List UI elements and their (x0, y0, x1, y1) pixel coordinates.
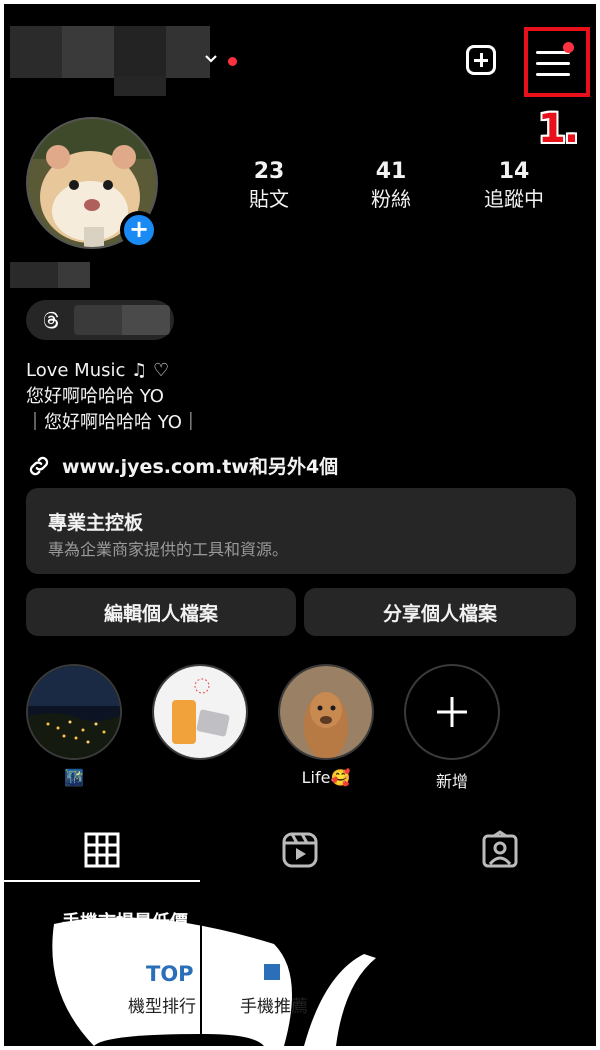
phone-icon (264, 964, 280, 980)
new-highlight-label: 新增 (435, 772, 468, 791)
bio-line-3: ｜您好啊哈哈哈 YO｜ (26, 412, 200, 433)
share-profile-button[interactable]: 分享個人檔案 (304, 588, 576, 636)
highlight-item[interactable]: Life🥰 (276, 664, 376, 788)
highlight-item[interactable] (150, 664, 250, 788)
highlight-item[interactable]: 🌃 (24, 664, 124, 788)
username-redacted-part (114, 76, 166, 96)
tab-tagged-icon[interactable] (480, 830, 520, 870)
post-top-badge: TOP (146, 962, 194, 986)
dashboard-subtitle: 專為企業商家提供的工具和資源。 (48, 540, 289, 559)
stat-following-count: 14 (498, 159, 530, 184)
display-name-redacted (10, 262, 90, 288)
threads-badge[interactable] (26, 300, 174, 340)
threads-icon (44, 311, 59, 329)
professional-dashboard-card[interactable]: 專業主控板 專為企業商家提供的工具和資源。 (26, 488, 576, 574)
post-banner-text: 手機市場最低價 (62, 912, 188, 933)
bio-link-text[interactable]: www.jyes.com.tw和另外4個 (62, 452, 338, 479)
highlight-label: Life🥰 (301, 768, 351, 787)
new-highlight-ring (404, 664, 500, 760)
stat-following[interactable]: 14 追蹤中 (459, 158, 569, 212)
step-label: 1. (538, 106, 579, 152)
post-right-label: 手機推薦 (240, 997, 308, 1017)
stat-posts-label: 貼文 (249, 187, 289, 211)
new-highlight-button[interactable]: 新增 (402, 664, 502, 791)
stat-followers-label: 粉絲 (371, 187, 411, 211)
profile-screen: 1. + 23 貼文 41 粉絲 14 追蹤中 Love Music ♫ ♡ 您… (4, 4, 596, 1046)
threads-handle-redacted (74, 305, 170, 335)
chevron-down-icon[interactable] (204, 52, 218, 69)
link-icon (29, 456, 49, 475)
stat-followers[interactable]: 41 粉絲 (336, 158, 446, 212)
stat-following-label: 追蹤中 (484, 187, 544, 211)
highlight-label: 🌃 (64, 768, 84, 787)
add-story-button[interactable]: + (120, 211, 158, 249)
menu-icon[interactable] (536, 49, 572, 77)
tab-reels-icon[interactable] (280, 830, 320, 870)
menu-notification-dot (563, 42, 574, 53)
bio-line-2: 您好啊哈哈哈 YO (26, 386, 164, 407)
create-post-button[interactable] (466, 45, 496, 75)
active-tab-indicator (4, 880, 200, 882)
dashboard-title: 專業主控板 (48, 512, 144, 534)
highlight-label (150, 768, 250, 788)
highlight-cover-phones (152, 664, 248, 760)
post-thumbnail[interactable]: 手機市場最低價 TOP 機型排行 手機推薦 (4, 884, 596, 1046)
bio-link[interactable]: www.jyes.com.tw和另外4個 (26, 452, 338, 479)
plus-icon (437, 697, 467, 727)
stat-posts[interactable]: 23 貼文 (214, 158, 324, 212)
stat-posts-count: 23 (253, 159, 285, 184)
tab-grid-icon[interactable] (82, 830, 122, 870)
bio-line-1: Love Music ♫ ♡ (26, 360, 170, 381)
highlight-cover-night-view (26, 664, 122, 760)
account-notification-dot (228, 57, 237, 66)
highlight-cover-alpaca (278, 664, 374, 760)
grid-divider (200, 884, 202, 1046)
edit-profile-button[interactable]: 編輯個人檔案 (26, 588, 296, 636)
post-left-label: 機型排行 (128, 997, 196, 1017)
username-redacted[interactable] (10, 26, 210, 78)
stat-followers-count: 41 (375, 159, 407, 184)
